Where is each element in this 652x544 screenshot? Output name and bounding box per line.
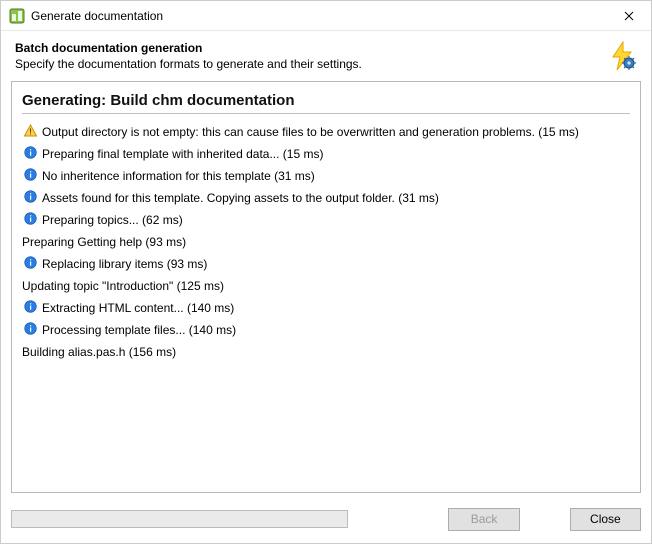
log-text: Building alias.pas.h (156 ms)	[22, 344, 176, 360]
log-text: Preparing final template with inherited …	[42, 146, 323, 162]
info-icon	[22, 300, 38, 313]
info-icon	[22, 190, 38, 203]
log-item: Extracting HTML content... (140 ms)	[22, 300, 630, 316]
log-item: Output directory is not empty: this can …	[22, 124, 630, 140]
log-item: Replacing library items (93 ms)	[22, 256, 630, 272]
log-item: Preparing Getting help (93 ms)	[22, 234, 630, 250]
log-text: Replacing library items (93 ms)	[42, 256, 207, 272]
info-icon	[22, 322, 38, 335]
log-text: Assets found for this template. Copying …	[42, 190, 439, 206]
log-item: Preparing final template with inherited …	[22, 146, 630, 162]
log-list: Output directory is not empty: this can …	[22, 124, 630, 360]
close-button[interactable]: Close	[570, 508, 641, 531]
dialog-window: Generate documentation Batch documentati…	[0, 0, 652, 544]
log-text: Extracting HTML content... (140 ms)	[42, 300, 234, 316]
log-text: Processing template files... (140 ms)	[42, 322, 236, 338]
log-text: Preparing topics... (62 ms)	[42, 212, 183, 228]
log-text: Updating topic "Introduction" (125 ms)	[22, 278, 224, 294]
close-button-label: Close	[590, 512, 621, 526]
log-item: Processing template files... (140 ms)	[22, 322, 630, 338]
info-icon	[22, 146, 38, 159]
wizard-header: Batch documentation generation Specify t…	[1, 31, 651, 81]
info-icon	[22, 212, 38, 225]
section-title: Generating: Build chm documentation	[22, 92, 630, 114]
log-item: Updating topic "Introduction" (125 ms)	[22, 278, 630, 294]
close-icon	[624, 11, 634, 21]
wizard-title: Batch documentation generation	[15, 41, 599, 55]
warning-icon	[22, 124, 38, 137]
content-panel: Generating: Build chm documentation Outp…	[11, 81, 641, 493]
log-item: No inheritence information for this temp…	[22, 168, 630, 184]
back-button-label: Back	[471, 512, 498, 526]
back-button[interactable]: Back	[448, 508, 519, 531]
window-title: Generate documentation	[31, 9, 607, 23]
wizard-header-text: Batch documentation generation Specify t…	[15, 41, 599, 71]
titlebar: Generate documentation	[1, 1, 651, 31]
progress-bar	[11, 510, 348, 528]
lightning-gear-icon	[607, 41, 637, 71]
log-text: Preparing Getting help (93 ms)	[22, 234, 186, 250]
app-icon	[9, 8, 25, 24]
log-text: No inheritence information for this temp…	[42, 168, 315, 184]
log-item: Assets found for this template. Copying …	[22, 190, 630, 206]
log-item: Building alias.pas.h (156 ms)	[22, 344, 630, 360]
log-text: Output directory is not empty: this can …	[42, 124, 579, 140]
info-icon	[22, 256, 38, 269]
close-window-button[interactable]	[607, 1, 651, 31]
footer: Back Close	[1, 503, 651, 543]
wizard-subtitle: Specify the documentation formats to gen…	[15, 57, 599, 71]
log-item: Preparing topics... (62 ms)	[22, 212, 630, 228]
info-icon	[22, 168, 38, 181]
